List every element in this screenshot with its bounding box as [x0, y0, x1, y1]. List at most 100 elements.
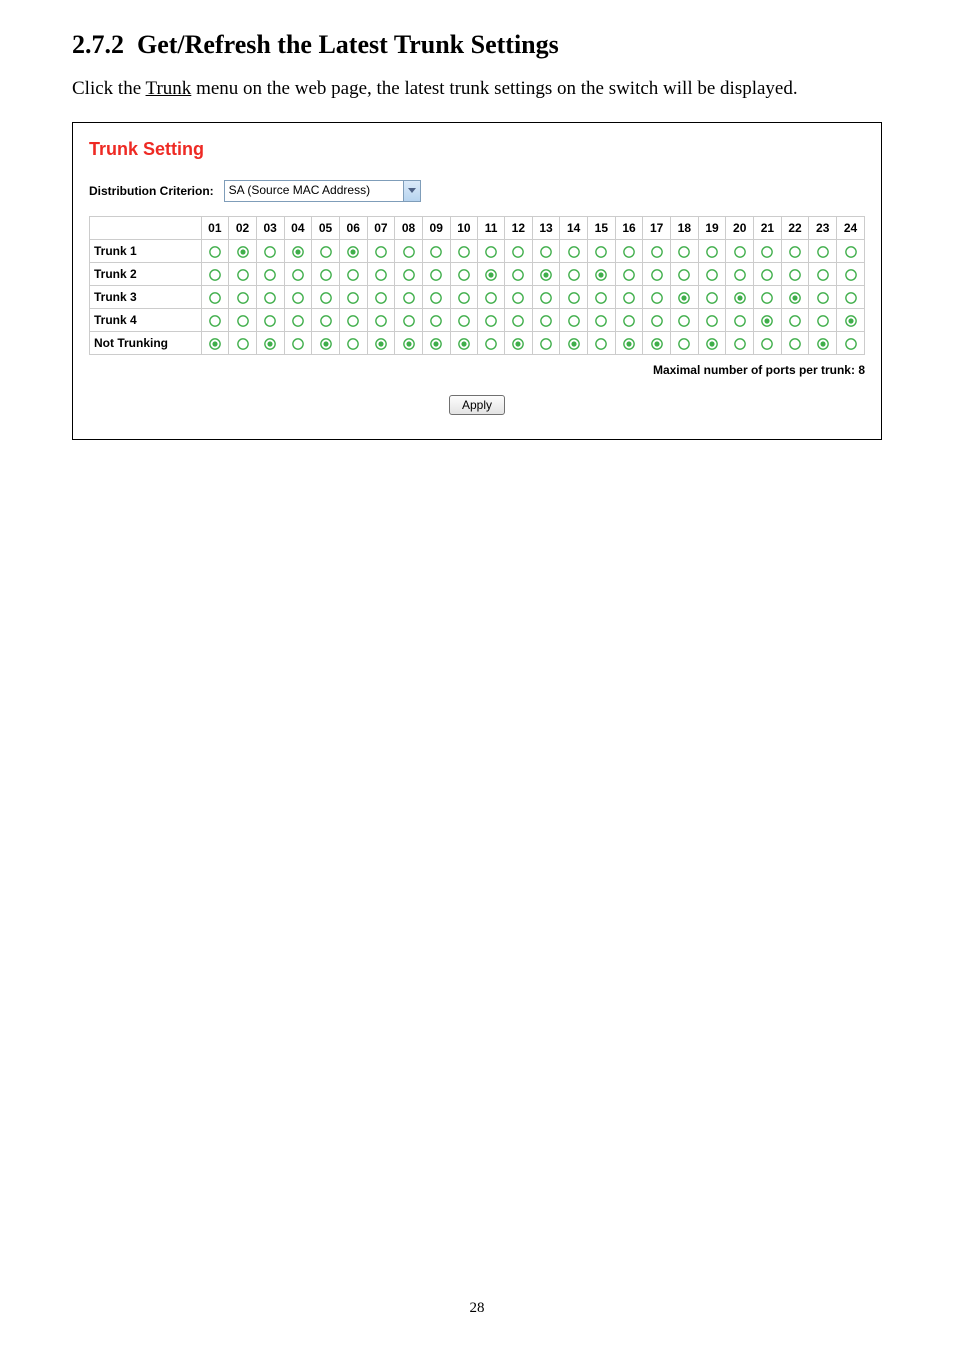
trunk-port-radio[interactable]: [367, 309, 395, 332]
trunk-port-radio[interactable]: [478, 309, 505, 332]
trunk-port-radio[interactable]: [450, 263, 478, 286]
trunk-port-radio[interactable]: [367, 263, 395, 286]
trunk-port-radio[interactable]: [671, 263, 699, 286]
trunk-port-radio[interactable]: [422, 263, 450, 286]
trunk-port-radio[interactable]: [754, 263, 782, 286]
trunk-port-radio[interactable]: [229, 332, 257, 355]
trunk-port-radio[interactable]: [201, 309, 229, 332]
trunk-port-radio[interactable]: [450, 240, 478, 263]
trunk-port-radio[interactable]: [726, 263, 754, 286]
trunk-port-radio[interactable]: [312, 286, 340, 309]
trunk-port-radio[interactable]: [754, 240, 782, 263]
trunk-port-radio[interactable]: [837, 332, 865, 355]
trunk-port-radio[interactable]: [698, 240, 726, 263]
trunk-port-radio[interactable]: [532, 332, 560, 355]
trunk-port-radio[interactable]: [229, 309, 257, 332]
trunk-port-radio[interactable]: [560, 240, 588, 263]
trunk-port-radio[interactable]: [588, 286, 616, 309]
trunk-port-radio[interactable]: [339, 240, 367, 263]
trunk-port-radio[interactable]: [698, 309, 726, 332]
trunk-port-radio[interactable]: [560, 286, 588, 309]
trunk-port-radio[interactable]: [560, 309, 588, 332]
trunk-port-radio[interactable]: [256, 286, 284, 309]
trunk-port-radio[interactable]: [588, 309, 616, 332]
trunk-port-radio[interactable]: [395, 263, 423, 286]
trunk-port-radio[interactable]: [256, 263, 284, 286]
trunk-port-radio[interactable]: [698, 332, 726, 355]
trunk-port-radio[interactable]: [643, 286, 671, 309]
trunk-port-radio[interactable]: [339, 332, 367, 355]
trunk-port-radio[interactable]: [201, 332, 229, 355]
trunk-port-radio[interactable]: [809, 240, 837, 263]
trunk-port-radio[interactable]: [395, 309, 423, 332]
trunk-port-radio[interactable]: [504, 309, 532, 332]
trunk-port-radio[interactable]: [781, 263, 809, 286]
trunk-port-radio[interactable]: [339, 286, 367, 309]
trunk-port-radio[interactable]: [781, 286, 809, 309]
trunk-port-radio[interactable]: [726, 332, 754, 355]
trunk-port-radio[interactable]: [478, 240, 505, 263]
trunk-port-radio[interactable]: [643, 263, 671, 286]
trunk-port-radio[interactable]: [422, 309, 450, 332]
trunk-port-radio[interactable]: [532, 263, 560, 286]
trunk-port-radio[interactable]: [588, 332, 616, 355]
distribution-criterion-select[interactable]: SA (Source MAC Address): [224, 180, 421, 202]
trunk-port-radio[interactable]: [201, 240, 229, 263]
trunk-port-radio[interactable]: [588, 263, 616, 286]
trunk-port-radio[interactable]: [615, 332, 643, 355]
trunk-port-radio[interactable]: [781, 309, 809, 332]
trunk-port-radio[interactable]: [615, 309, 643, 332]
trunk-port-radio[interactable]: [671, 286, 699, 309]
trunk-port-radio[interactable]: [532, 286, 560, 309]
trunk-port-radio[interactable]: [312, 263, 340, 286]
trunk-port-radio[interactable]: [588, 240, 616, 263]
trunk-port-radio[interactable]: [809, 332, 837, 355]
trunk-port-radio[interactable]: [284, 332, 312, 355]
trunk-port-radio[interactable]: [726, 240, 754, 263]
trunk-port-radio[interactable]: [504, 240, 532, 263]
trunk-port-radio[interactable]: [312, 309, 340, 332]
trunk-port-radio[interactable]: [754, 332, 782, 355]
trunk-port-radio[interactable]: [504, 286, 532, 309]
trunk-port-radio[interactable]: [312, 332, 340, 355]
apply-button[interactable]: Apply: [449, 395, 505, 415]
trunk-port-radio[interactable]: [671, 240, 699, 263]
trunk-port-radio[interactable]: [532, 309, 560, 332]
trunk-port-radio[interactable]: [504, 332, 532, 355]
trunk-port-radio[interactable]: [478, 263, 505, 286]
trunk-port-radio[interactable]: [229, 240, 257, 263]
trunk-port-radio[interactable]: [504, 263, 532, 286]
trunk-port-radio[interactable]: [256, 240, 284, 263]
trunk-port-radio[interactable]: [837, 240, 865, 263]
trunk-port-radio[interactable]: [643, 332, 671, 355]
trunk-port-radio[interactable]: [367, 240, 395, 263]
trunk-port-radio[interactable]: [837, 286, 865, 309]
trunk-port-radio[interactable]: [615, 286, 643, 309]
trunk-port-radio[interactable]: [450, 309, 478, 332]
trunk-port-radio[interactable]: [284, 286, 312, 309]
trunk-port-radio[interactable]: [726, 286, 754, 309]
trunk-port-radio[interactable]: [809, 286, 837, 309]
trunk-port-radio[interactable]: [229, 286, 257, 309]
trunk-port-radio[interactable]: [781, 332, 809, 355]
trunk-port-radio[interactable]: [422, 332, 450, 355]
trunk-port-radio[interactable]: [837, 263, 865, 286]
trunk-port-radio[interactable]: [339, 263, 367, 286]
trunk-port-radio[interactable]: [698, 286, 726, 309]
trunk-port-radio[interactable]: [532, 240, 560, 263]
trunk-port-radio[interactable]: [422, 240, 450, 263]
trunk-port-radio[interactable]: [339, 309, 367, 332]
trunk-port-radio[interactable]: [201, 286, 229, 309]
trunk-port-radio[interactable]: [395, 240, 423, 263]
trunk-port-radio[interactable]: [781, 240, 809, 263]
trunk-port-radio[interactable]: [754, 309, 782, 332]
trunk-port-radio[interactable]: [478, 286, 505, 309]
trunk-port-radio[interactable]: [284, 263, 312, 286]
trunk-port-radio[interactable]: [698, 263, 726, 286]
trunk-port-radio[interactable]: [560, 332, 588, 355]
trunk-port-radio[interactable]: [422, 286, 450, 309]
trunk-port-radio[interactable]: [395, 332, 423, 355]
trunk-port-radio[interactable]: [809, 263, 837, 286]
trunk-port-radio[interactable]: [837, 309, 865, 332]
trunk-port-radio[interactable]: [367, 286, 395, 309]
